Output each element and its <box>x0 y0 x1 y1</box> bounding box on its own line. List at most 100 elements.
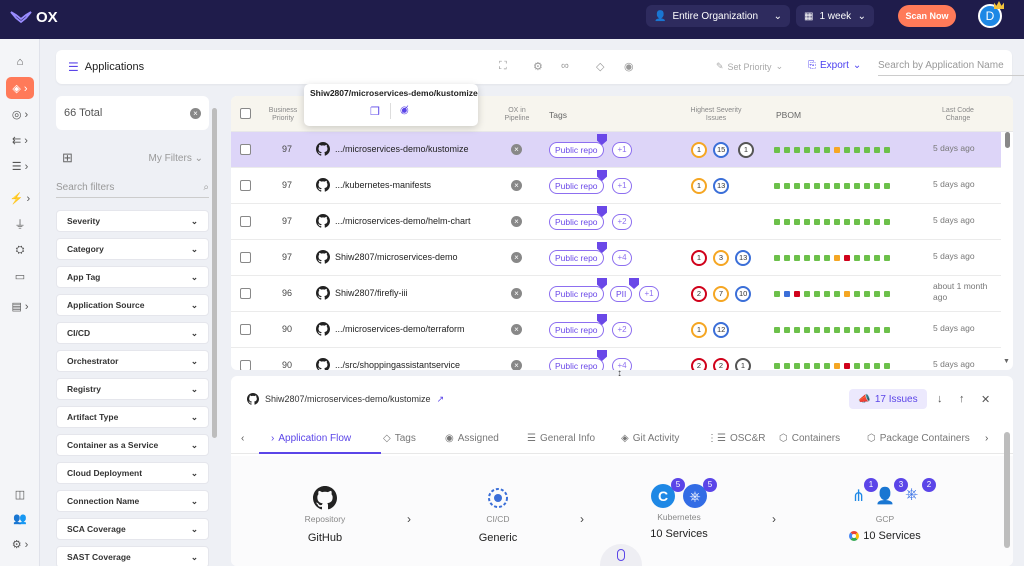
tag-public-repo[interactable]: Public repo <box>549 286 604 302</box>
table-row[interactable]: 96 Shiw2807/firefly-iii × Public repo PI… <box>231 276 1001 312</box>
row-checkbox[interactable] <box>240 180 251 191</box>
pbom-dot[interactable] <box>854 255 860 261</box>
tab-application-flow[interactable]: › Application Flow <box>271 433 351 444</box>
flow-node-kubernetes[interactable]: C ⎈ Kubernetes 10 Services <box>644 484 714 540</box>
more-tags-button[interactable]: +4 <box>612 358 632 370</box>
col-tags[interactable]: Tags <box>549 111 567 120</box>
org-selector[interactable]: 👤 Entire Organization ⌄ <box>646 5 790 27</box>
col-last-code-change[interactable]: Last Code Change <box>931 107 985 123</box>
app-name-link[interactable]: .../kubernetes-manifests <box>335 180 431 190</box>
pbom-dot[interactable] <box>774 363 780 369</box>
tab-general-info[interactable]: ☰ General Info <box>527 433 595 444</box>
pbom-dot[interactable] <box>884 327 890 333</box>
filter-artifact-type[interactable]: Artifact Type ⌄ <box>56 406 209 428</box>
workflow-nav-icon[interactable]: ⚡ › <box>6 187 34 209</box>
pbom-dot[interactable] <box>824 219 830 225</box>
severity-badge-critical[interactable]: 2 <box>691 358 707 370</box>
my-filters-dropdown[interactable]: My Filters ⌄ <box>148 153 203 164</box>
pbom-dot[interactable] <box>834 327 840 333</box>
pbom-dot[interactable] <box>854 291 860 297</box>
clear-filters-icon[interactable]: × <box>190 107 201 119</box>
app-name-link[interactable]: Shiw2807/firefly-iii <box>335 288 408 298</box>
export-button[interactable]: ⎘ Export ⌄ <box>808 60 861 71</box>
pbom-dot[interactable] <box>804 219 810 225</box>
user-icon[interactable]: ◉ <box>624 60 638 74</box>
pbom-dot[interactable] <box>784 183 790 189</box>
app-name-link[interactable]: .../microservices-demo/kustomize <box>335 144 469 154</box>
pbom-dot[interactable] <box>774 183 780 189</box>
more-tags-button[interactable]: +4 <box>612 250 632 266</box>
plug-icon[interactable]: ⏚ <box>6 213 34 235</box>
severity-badge-critical[interactable]: 2 <box>691 286 707 302</box>
pbom-dot[interactable] <box>814 219 820 225</box>
pbom-dot[interactable] <box>834 147 840 153</box>
pbom-dot[interactable] <box>804 291 810 297</box>
scroll-down-arrow-icon[interactable]: ▼ <box>1003 358 1010 365</box>
pbom-dot[interactable] <box>824 147 830 153</box>
pbom-dot[interactable] <box>844 183 850 189</box>
pbom-dot[interactable] <box>794 183 800 189</box>
pbom-dot[interactable] <box>784 363 790 369</box>
pbom-dot[interactable] <box>884 291 890 297</box>
pbom-dot[interactable] <box>804 363 810 369</box>
pbom-dot[interactable] <box>884 147 890 153</box>
pbom-dot[interactable] <box>794 147 800 153</box>
pbom-dot[interactable] <box>874 219 880 225</box>
severity-badge-high[interactable]: 7 <box>713 286 729 302</box>
pbom-dot[interactable] <box>794 255 800 261</box>
pbom-dot[interactable] <box>874 327 880 333</box>
severity-badge-critical[interactable]: 2 <box>713 358 729 370</box>
pbom-dot[interactable] <box>864 147 870 153</box>
pbom-dot[interactable] <box>854 147 860 153</box>
pbom-dot[interactable] <box>874 255 880 261</box>
row-checkbox[interactable] <box>240 288 251 299</box>
flow-node-cicd[interactable]: CI/CD Generic <box>470 486 526 544</box>
app-name-link[interactable]: Shiw2807/microservices-demo <box>335 252 458 262</box>
pipeline-nav-icon[interactable]: ⇇ › <box>6 129 34 151</box>
filter-category[interactable]: Category ⌄ <box>56 238 209 260</box>
link-icon[interactable]: ∞ <box>561 60 575 74</box>
pbom-dot[interactable] <box>824 363 830 369</box>
row-checkbox[interactable] <box>240 216 251 227</box>
tag-public-repo[interactable]: Public repo <box>549 322 604 338</box>
pbom-dot[interactable] <box>874 363 880 369</box>
more-tags-button[interactable]: +1 <box>612 178 632 194</box>
severity-badge-high[interactable]: 1 <box>691 322 707 338</box>
dashboard-icon[interactable]: ◫ <box>6 483 34 505</box>
table-row[interactable]: 90 .../microservices-demo/terraform × Pu… <box>231 312 1001 348</box>
detail-scrollbar[interactable] <box>1004 432 1010 548</box>
pbom-dot[interactable] <box>844 255 850 261</box>
tag-public-repo[interactable]: Public repo <box>549 142 604 158</box>
filter-application-source[interactable]: Application Source ⌄ <box>56 294 209 316</box>
col-pbom[interactable]: PBOM <box>776 111 801 120</box>
table-scrollbar[interactable] <box>1005 132 1010 148</box>
pbom-dot[interactable] <box>774 327 780 333</box>
filter-sca-coverage[interactable]: SCA Coverage ⌄ <box>56 518 209 540</box>
pbom-dot[interactable] <box>864 363 870 369</box>
gear-icon[interactable]: ⚙ <box>533 60 547 74</box>
pbom-dot[interactable] <box>794 219 800 225</box>
folder-icon[interactable]: ▭ <box>6 265 34 287</box>
pbom-dot[interactable] <box>834 255 840 261</box>
pbom-dot[interactable] <box>774 147 780 153</box>
pbom-dot[interactable] <box>774 255 780 261</box>
row-checkbox[interactable] <box>240 324 251 335</box>
tag-icon[interactable]: ◇ <box>596 60 610 74</box>
app-search-input[interactable]: Search by Application Name ⌕ <box>878 60 1024 76</box>
hide-icon[interactable]: ◉̸ <box>400 105 409 116</box>
pbom-dot[interactable] <box>874 291 880 297</box>
filter-orchestrator[interactable]: Orchestrator ⌄ <box>56 350 209 372</box>
severity-badge-high[interactable]: 1 <box>691 142 707 158</box>
severity-badge-low[interactable]: 1 <box>735 358 751 370</box>
tab-package-containers[interactable]: ⬡ Package Containers <box>867 433 970 444</box>
pbom-dot[interactable] <box>854 183 860 189</box>
arrow-down-icon[interactable]: ↓ <box>937 393 943 405</box>
connector-icon[interactable]: ⛭ <box>6 239 34 261</box>
tag-public-repo[interactable]: Public repo <box>549 178 604 194</box>
pbom-dot[interactable] <box>844 363 850 369</box>
filter-cloud-deployment[interactable]: Cloud Deployment ⌄ <box>56 462 209 484</box>
filter-severity[interactable]: Severity ⌄ <box>56 210 209 232</box>
pbom-dot[interactable] <box>844 219 850 225</box>
pbom-dot[interactable] <box>814 147 820 153</box>
pbom-dot[interactable] <box>874 147 880 153</box>
